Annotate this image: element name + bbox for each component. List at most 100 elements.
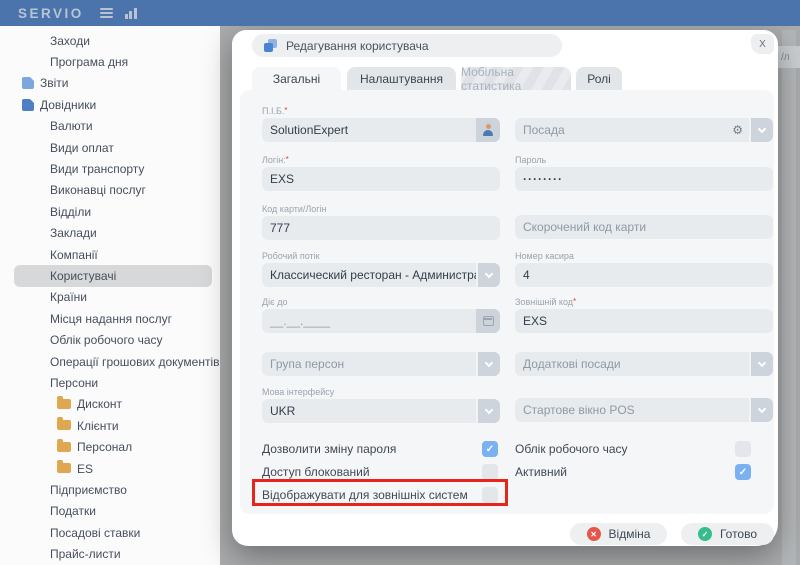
dropdown-button[interactable] [749,352,773,376]
sidebar-item-korystuvachi[interactable]: Користувачі [14,265,212,287]
sidebar-item-zaklady[interactable]: Заклади [14,223,212,244]
sidebar-item-dyskont[interactable]: Дисконт [14,394,212,415]
input-placeholder: Скорочений код карти [523,220,647,234]
required-mark: * [573,297,577,306]
sidebar-item-kliienty[interactable]: Клієнти [14,415,212,436]
sidebar-item-oblik-chasu[interactable]: Облік робочого часу [14,329,212,350]
field-zovn-kod: Зовнішній код* EXS [515,297,773,333]
sidebar-item-zakhody[interactable]: Заходи [14,30,212,51]
sidebar-item-vykonavtsi-posluh[interactable]: Виконавці послуг [14,180,212,201]
sidebar-item-operatsii-doc[interactable]: Операції грошових документів [14,351,220,372]
workflow-select[interactable]: Классический ресторан - Администратор [262,263,500,287]
sidebar-item-prais-lysty[interactable]: Прайс-листи [14,543,212,564]
folder-icon [57,417,71,431]
sidebar-item-zvity[interactable]: Звіти [14,73,212,94]
change-pass-checkbox[interactable]: ✓ [482,441,498,457]
cancel-button[interactable]: ✕ Відміна [570,523,667,545]
tab-label: Загальні [272,71,321,86]
sidebar-item-viddily[interactable]: Відділи [14,201,212,222]
interface-language-select[interactable]: UKR [262,399,500,423]
checkbox-label: Доступ блокований [262,465,370,479]
card-code-input[interactable]: 777 [262,216,500,240]
checkbox-row-change-pass: Дозволити зміну пароля ✓ [262,440,498,458]
person-group-select[interactable]: Група персон [262,352,500,376]
chart-icon[interactable] [124,7,137,19]
field-label: Зовнішній код* [515,297,773,307]
active-checkbox[interactable]: ✓ [735,464,751,480]
pos-start-window-select[interactable]: Стартове вікно POS [515,398,773,422]
sidebar-item-vydy-transportu[interactable]: Види транспорту [14,158,212,179]
time-tracking-checkbox[interactable] [735,441,751,457]
password-input[interactable]: ········ [515,167,773,191]
checkbox-label: Відображувати для зовнішніх систем [262,488,468,502]
sidebar-item-personal[interactable]: Персонал [14,436,212,457]
dropdown-button[interactable] [749,118,773,142]
tab-zagalni[interactable]: Загальні [252,67,341,90]
field-label: Код карти/Логін [262,204,500,214]
copy-icon [264,39,277,52]
sidebar-item-dovidnyky[interactable]: Довідники [14,94,212,115]
check-glyph: ✓ [701,529,709,539]
field-posada: Посада ⚙ [515,106,773,142]
tab-nalashtuvannia[interactable]: Налаштування [347,67,456,90]
additional-positions-select[interactable]: Додаткові посади [515,352,773,376]
cashier-number-input[interactable]: 4 [515,263,773,287]
sidebar-item-label: Заходи [50,33,90,48]
sidebar-item-label: Відділи [50,204,92,219]
access-blocked-checkbox[interactable] [482,464,498,480]
date-picker-button[interactable] [476,309,500,333]
tab-mobilna-statystyka: Мобільна статистика [461,65,571,93]
field-login: Логін:* EXS [262,155,500,191]
person-icon [482,123,494,137]
pib-input[interactable]: SolutionExpert [262,118,500,142]
sidebar-item-vydy-oplat[interactable]: Види оплат [14,137,212,158]
label-text: Пароль [515,155,547,165]
valid-until-input[interactable]: __.__.____ [262,309,500,333]
chevron-down-icon [484,405,494,414]
close-button[interactable]: X [751,34,774,54]
calendar-icon [482,316,494,326]
login-input[interactable]: EXS [262,167,500,191]
top-bar: SERVIO [0,0,800,26]
sidebar-item-krainy[interactable]: Країни [14,287,212,308]
menu-icon[interactable] [99,8,113,18]
sidebar-item-podatky[interactable]: Податки [14,501,212,522]
sidebar: Заходи Програма дня Звіти Довідники Валю… [0,26,220,565]
gear-icon[interactable]: ⚙ [732,123,743,137]
field-kod-karty: Код карти/Логін 777 [262,204,500,240]
dropdown-button[interactable] [476,399,500,423]
sidebar-item-persony[interactable]: Персони [14,372,212,393]
dropdown-button[interactable] [476,263,500,287]
sidebar-item-label: Персонал [77,440,133,455]
done-button[interactable]: ✓ Готово [681,523,774,545]
sidebar-item-valiuty[interactable]: Валюти [14,116,212,137]
person-picker-button[interactable] [476,118,500,142]
field-label [515,106,773,116]
sidebar-item-label: Заклади [50,226,97,241]
modal-title: Редагування користувача [286,38,429,53]
checkbox-label: Дозволити зміну пароля [262,442,397,456]
sidebar-item-es[interactable]: ES [14,458,212,479]
sidebar-item-posadovi-stavky[interactable]: Посадові ставки [14,522,212,543]
field-die-do: Діє до __.__.____ [262,297,500,333]
input-value: ········ [523,172,563,186]
short-card-code-input[interactable]: Скорочений код карти [515,215,773,239]
sidebar-item-prohrama-dnia[interactable]: Програма дня [14,51,212,72]
sidebar-item-label: Облік робочого часу [50,333,163,348]
folder-icon [57,395,71,409]
tab-roli[interactable]: Ролі [576,67,622,90]
field-pib: П.І.Б.* SolutionExpert [262,106,500,142]
external-code-input[interactable]: EXS [515,309,773,333]
sidebar-item-kompanii[interactable]: Компанії [14,244,212,265]
dropdown-button[interactable] [749,398,773,422]
done-icon: ✓ [697,527,712,541]
tab-label: Налаштування [360,71,443,86]
field-label: Діє до [262,297,500,307]
sidebar-item-mistsia-nadannia[interactable]: Місця надання послуг [14,308,212,329]
dropdown-button[interactable] [476,352,500,376]
show-external-checkbox[interactable] [482,487,498,503]
field-mova: Мова інтерфейсу UKR [262,387,500,423]
sidebar-item-pidpryiemstvo[interactable]: Підприємство [14,479,212,500]
reports-icon [22,77,34,90]
posada-select[interactable]: Посада ⚙ [515,118,773,142]
